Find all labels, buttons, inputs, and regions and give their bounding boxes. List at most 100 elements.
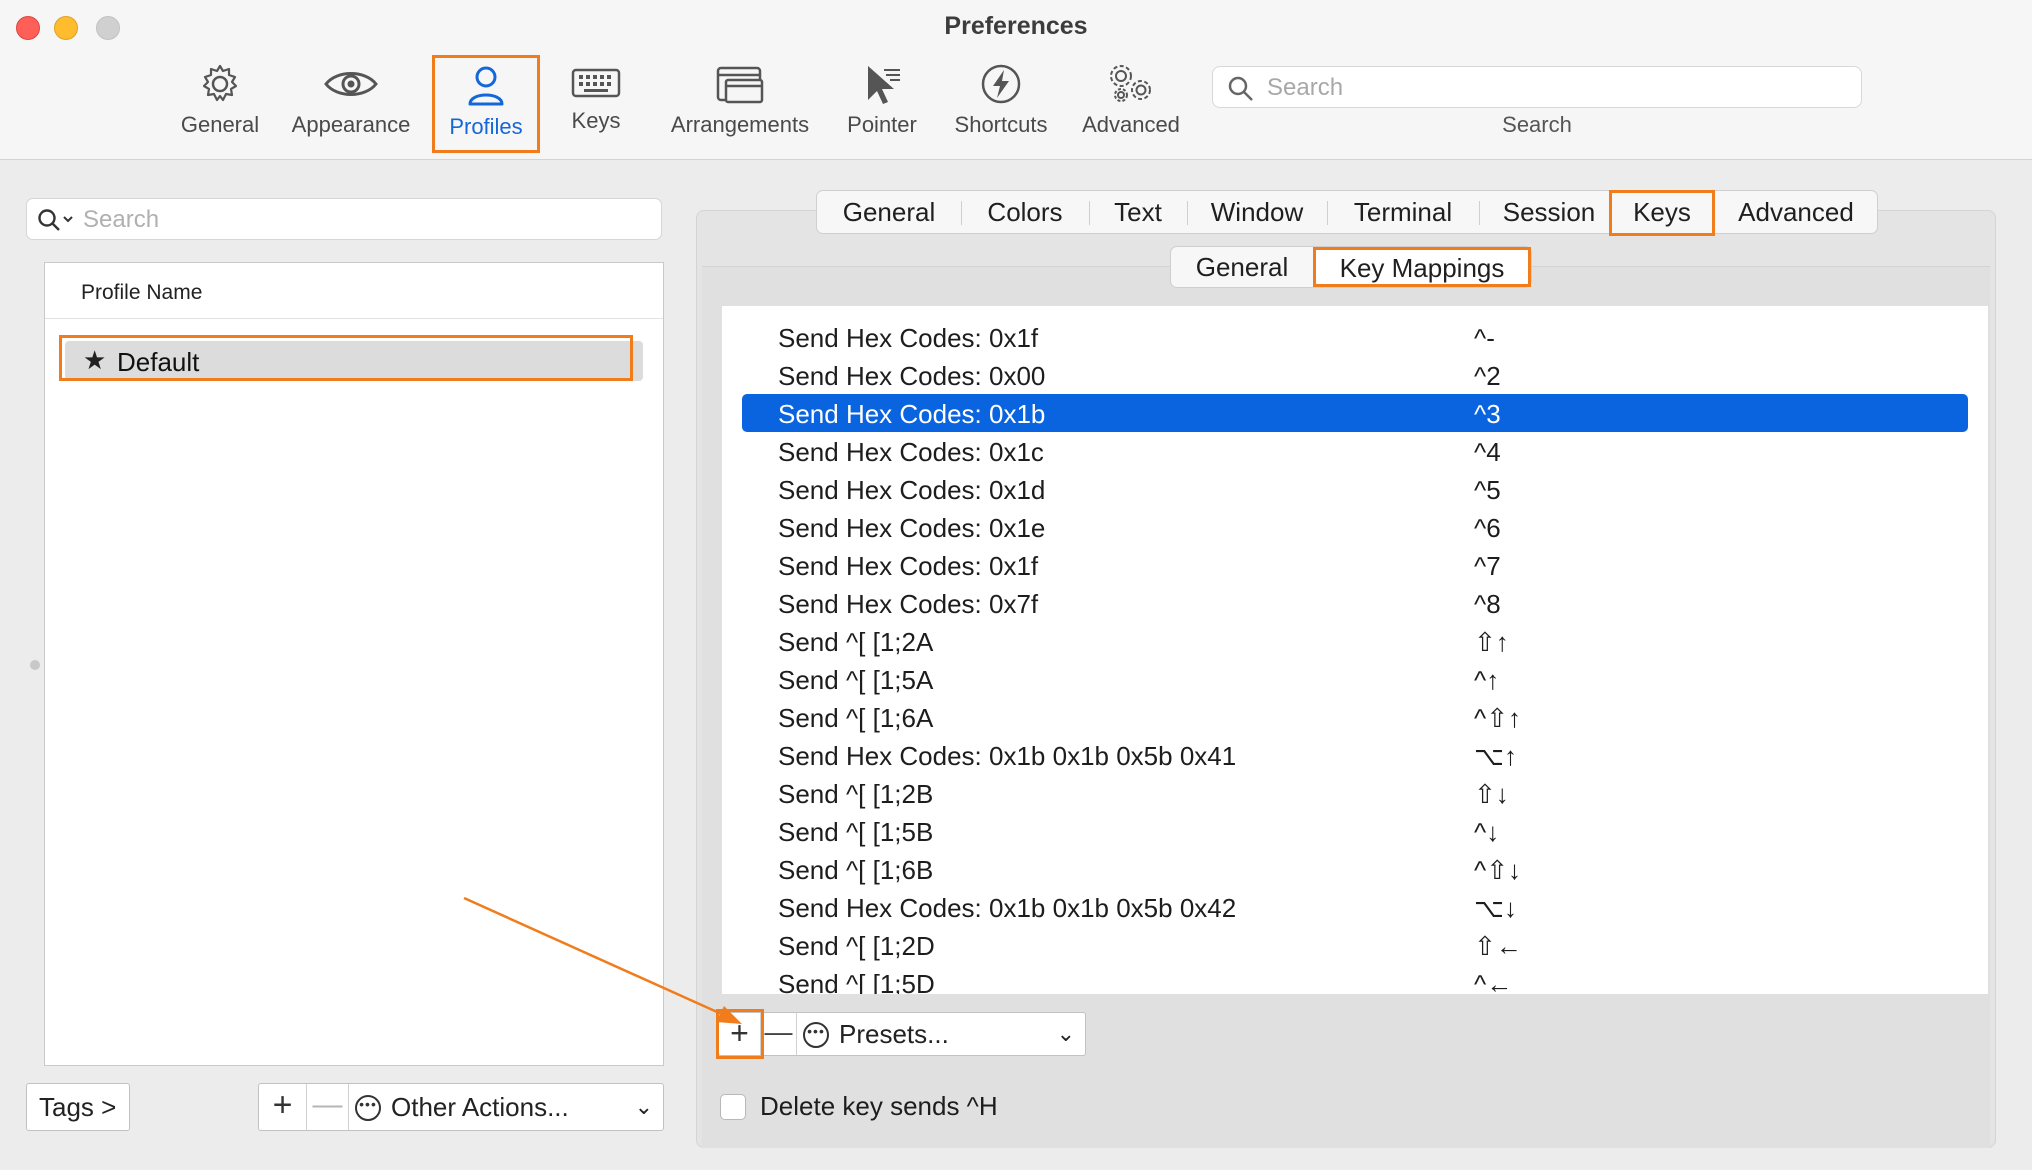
key-mapping-shortcut: ^2: [1474, 361, 1501, 391]
add-profile-button[interactable]: +: [259, 1084, 307, 1130]
profile-search-placeholder: Search: [83, 206, 160, 233]
other-actions-menu[interactable]: ••• Other Actions... ⌄: [349, 1084, 663, 1130]
key-mapping-shortcut: ⌥↓: [1474, 893, 1517, 923]
key-mapping-row[interactable]: Send Hex Codes: 0x1d ^5: [742, 470, 1968, 508]
tab-colors[interactable]: Colors: [961, 191, 1089, 233]
key-mapping-action: Send ^[ [1;5A: [778, 665, 934, 695]
key-mapping-row[interactable]: Send Hex Codes: 0x1b 0x1b 0x5b 0x42 ⌥↓: [742, 888, 1968, 926]
search-icon: [1228, 76, 1253, 101]
key-mappings-table[interactable]: Send Hex Codes: 0x1f ^- Send Hex Codes: 0x…: [722, 306, 1988, 994]
key-mapping-row[interactable]: Send Hex Codes: 0x00 ^2: [742, 356, 1968, 394]
key-mapping-shortcut: ^↑: [1474, 665, 1500, 695]
key-mapping-row[interactable]: Send ^[ [1;6B ^⇧↓: [742, 850, 1968, 888]
key-mapping-row[interactable]: Send ^[ [1;5D ^←: [742, 964, 1968, 994]
toolbar-profiles-label: Profiles: [449, 114, 523, 139]
toolbar-advanced-label: Advanced: [1082, 112, 1180, 137]
subtab-key-mappings[interactable]: Key Mappings: [1313, 247, 1531, 287]
key-mapping-shortcut: ^⇧↓: [1474, 855, 1521, 885]
profile-name-column-header[interactable]: Profile Name: [45, 263, 663, 319]
key-mapping-action: Send Hex Codes: 0x1b 0x1b 0x5b 0x42: [778, 893, 1237, 923]
toolbar-arrangements-label: Arrangements: [670, 112, 810, 137]
gears-icon: [1110, 65, 1151, 102]
key-mapping-row[interactable]: Send ^[ [1;2D ⇧←: [742, 926, 1968, 964]
profile-list: Profile Name ★ Default: [44, 262, 664, 1066]
remove-key-mapping-button[interactable]: —: [761, 1013, 797, 1055]
gear-icon: [202, 64, 238, 102]
key-mapping-action: Send Hex Codes: 0x1e: [778, 513, 1046, 543]
toolbar-search-field[interactable]: Search: [1212, 66, 1862, 108]
key-mapping-row[interactable]: Send Hex Codes: 0x7f ^8: [742, 584, 1968, 622]
key-mapping-action: Send ^[ [1;2D: [778, 931, 935, 961]
tab-window[interactable]: Window: [1187, 191, 1327, 233]
ellipsis-circle-icon: •••: [803, 1022, 829, 1048]
tab-terminal[interactable]: Terminal: [1327, 191, 1479, 233]
toolbar: Preferences General Appearance Profiles …: [0, 0, 2032, 160]
tab-keys[interactable]: Keys: [1609, 190, 1715, 236]
tab-advanced[interactable]: Advanced: [1723, 191, 1869, 233]
toolbar-profiles[interactable]: Profiles: [432, 55, 540, 153]
tab-general[interactable]: General: [817, 191, 961, 233]
key-mapping-shortcut: ^8: [1474, 589, 1501, 619]
person-icon: [468, 66, 504, 106]
toolbar-search-label: Search: [1502, 112, 1572, 137]
key-mapping-shortcut: ⇧←: [1474, 931, 1522, 961]
key-mapping-row[interactable]: Send Hex Codes: 0x1c ^4: [742, 432, 1968, 470]
key-mapping-action: Send Hex Codes: 0x7f: [778, 589, 1039, 619]
presets-menu[interactable]: ••• Presets... ⌄: [797, 1013, 1085, 1055]
key-mapping-action: Send Hex Codes: 0x1b 0x1b 0x5b 0x41: [778, 741, 1237, 771]
key-mapping-row[interactable]: Send Hex Codes: 0x1b ^3: [742, 394, 1968, 432]
keyboard-icon: [571, 68, 621, 98]
key-mapping-row[interactable]: Send ^[ [1;2B ⇧↓: [742, 774, 1968, 812]
search-icon: [38, 209, 73, 231]
keys-subtabs: General Key Mappings: [1170, 246, 1532, 288]
highlight-box: [716, 1009, 764, 1059]
key-mapping-shortcut: ^↓: [1474, 817, 1500, 847]
pointer-icon: [868, 66, 900, 104]
remove-profile-button[interactable]: —: [307, 1084, 349, 1130]
toolbar-keys[interactable]: Keys: [560, 56, 632, 152]
toolbar-advanced[interactable]: Advanced: [1076, 56, 1186, 152]
window-title: Preferences: [944, 12, 1088, 40]
key-mapping-shortcut: ⇧↑: [1474, 627, 1509, 657]
presets-label: Presets...: [839, 1019, 949, 1049]
key-mapping-row[interactable]: Send Hex Codes: 0x1b 0x1b 0x5b 0x41 ⌥↑: [742, 736, 1968, 774]
key-mapping-action: Send ^[ [1;6B: [778, 855, 934, 885]
key-mapping-row[interactable]: Send ^[ [1;2A ⇧↑: [742, 622, 1968, 660]
toolbar-appearance[interactable]: Appearance: [286, 56, 416, 152]
key-mapping-row[interactable]: Send ^[ [1;5B ^↓: [742, 812, 1968, 850]
key-mapping-shortcut: ^⇧↑: [1474, 703, 1521, 733]
key-mapping-shortcut: ^-: [1474, 323, 1495, 353]
toolbar-keys-label: Keys: [571, 108, 621, 133]
highlight-box: [59, 335, 633, 381]
key-mapping-actions-control: + — ••• Presets... ⌄: [718, 1012, 1086, 1056]
key-mapping-action: Send ^[ [1;2B: [778, 779, 934, 809]
key-mapping-row[interactable]: Send ^[ [1;5A ^↑: [742, 660, 1968, 698]
tab-session[interactable]: Session: [1479, 191, 1619, 233]
toolbar-arrangements[interactable]: Arrangements: [660, 56, 820, 152]
other-actions-label: Other Actions...: [391, 1092, 569, 1122]
ellipsis-circle-icon: •••: [355, 1095, 381, 1121]
key-mapping-row[interactable]: Send Hex Codes: 0x1f ^-: [742, 318, 1968, 356]
toolbar-pointer[interactable]: Pointer: [842, 56, 922, 152]
key-mapping-shortcut: ⇧↓: [1474, 779, 1509, 809]
key-mapping-shortcut: ^7: [1474, 551, 1501, 581]
window-icon: [716, 66, 764, 104]
key-mapping-row[interactable]: Send Hex Codes: 0x1e ^6: [742, 508, 1968, 546]
toolbar-general[interactable]: General: [170, 56, 270, 152]
chevron-down-icon: ⌄: [634, 1094, 653, 1119]
profile-actions-control: + — ••• Other Actions... ⌄: [258, 1083, 664, 1131]
toolbar-shortcuts[interactable]: Shortcuts: [948, 56, 1054, 152]
key-mapping-row[interactable]: Send Hex Codes: 0x1f ^7: [742, 546, 1968, 584]
key-mapping-action: Send Hex Codes: 0x1c: [778, 437, 1044, 467]
key-mapping-shortcut: ^4: [1474, 437, 1501, 467]
split-handle[interactable]: [30, 660, 40, 670]
toolbar-appearance-label: Appearance: [291, 112, 411, 137]
tags-button[interactable]: Tags >: [26, 1083, 130, 1131]
subtab-general[interactable]: General: [1171, 247, 1313, 287]
profile-search-field[interactable]: Search: [26, 198, 662, 240]
key-mapping-action: Send ^[ [1;6A: [778, 703, 934, 733]
delete-key-sends-ctrl-h-checkbox[interactable]: [720, 1094, 746, 1120]
tab-text[interactable]: Text: [1089, 191, 1187, 233]
profile-row-default[interactable]: ★ Default: [59, 335, 643, 381]
key-mapping-row[interactable]: Send ^[ [1;6A ^⇧↑: [742, 698, 1968, 736]
